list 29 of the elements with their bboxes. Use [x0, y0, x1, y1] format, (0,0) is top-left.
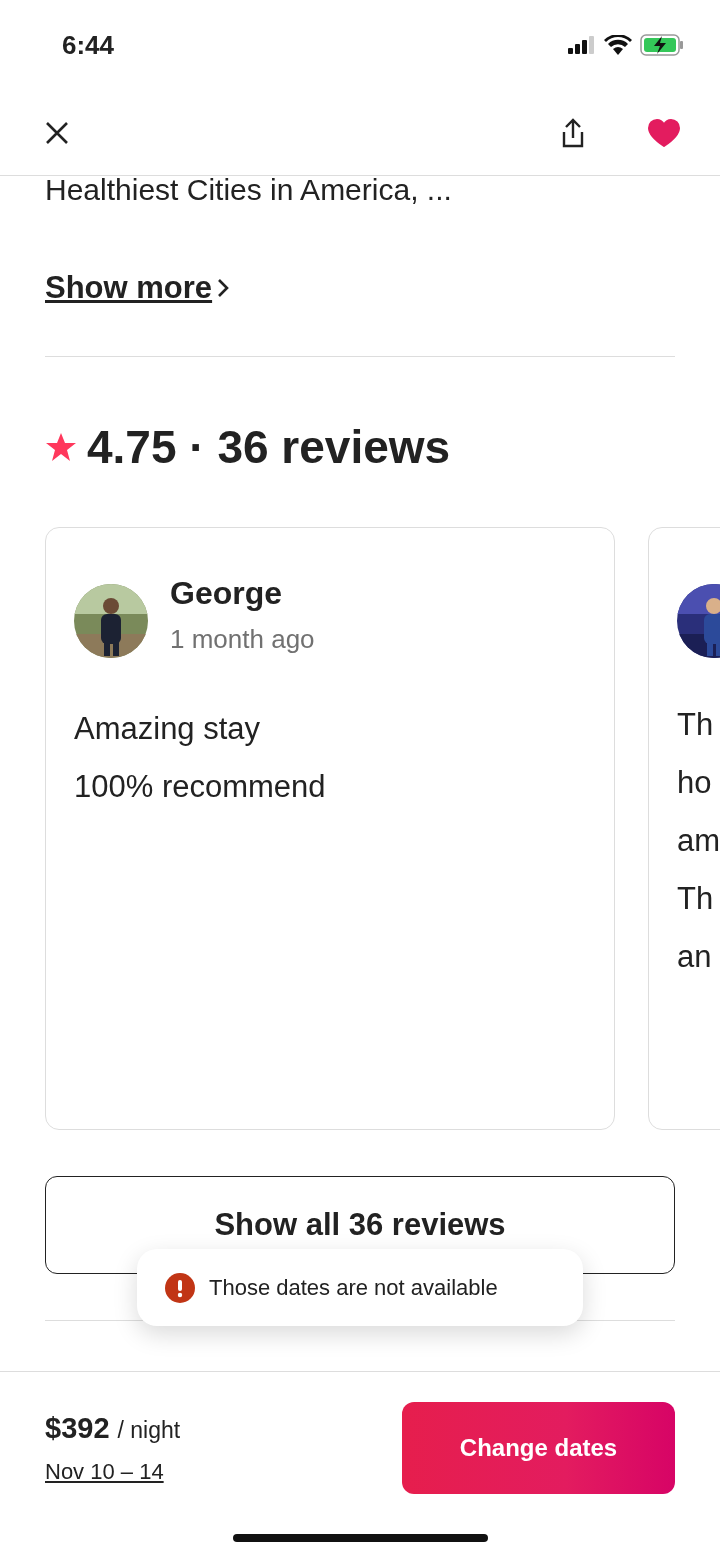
share-button[interactable] — [560, 117, 586, 148]
show-more-link[interactable]: Show more — [45, 270, 231, 306]
chevron-icon — [216, 277, 231, 299]
star-icon — [45, 432, 77, 462]
price: $392 — [45, 1411, 110, 1445]
favorite-button[interactable] — [648, 118, 680, 147]
toast-message: Those dates are not available — [209, 1274, 498, 1301]
status-time: 6:44 — [62, 29, 115, 61]
review-text: Th — [677, 880, 714, 918]
alert-icon — [165, 1272, 195, 1303]
review-text: Th — [677, 706, 714, 744]
dates-link[interactable]: Nov 10 – 14 — [45, 1458, 164, 1485]
review-card[interactable]: Th ho am Th an — [648, 527, 720, 1130]
review-text: 100% recommend — [74, 768, 326, 806]
reviewer-name: George — [170, 575, 284, 612]
description-text: Healthiest Cities in America, ... — [45, 176, 453, 208]
review-card[interactable]: George 1 month ago Amazing stay 100% recommend — [45, 527, 615, 1130]
change-dates-button[interactable]: Change dates — [402, 1402, 675, 1494]
battery-icon — [640, 34, 684, 56]
rating-title: 4.75 · 36 reviews — [87, 420, 451, 474]
signal-icon — [568, 36, 596, 54]
wifi-icon — [604, 35, 632, 55]
price-unit: / night — [117, 1416, 181, 1444]
review-text: am — [677, 822, 720, 860]
review-text: Amazing stay — [74, 710, 261, 748]
close-button[interactable] — [44, 119, 70, 146]
review-date: 1 month ago — [170, 624, 315, 655]
review-text: an — [677, 938, 712, 976]
review-text: ho — [677, 764, 712, 802]
